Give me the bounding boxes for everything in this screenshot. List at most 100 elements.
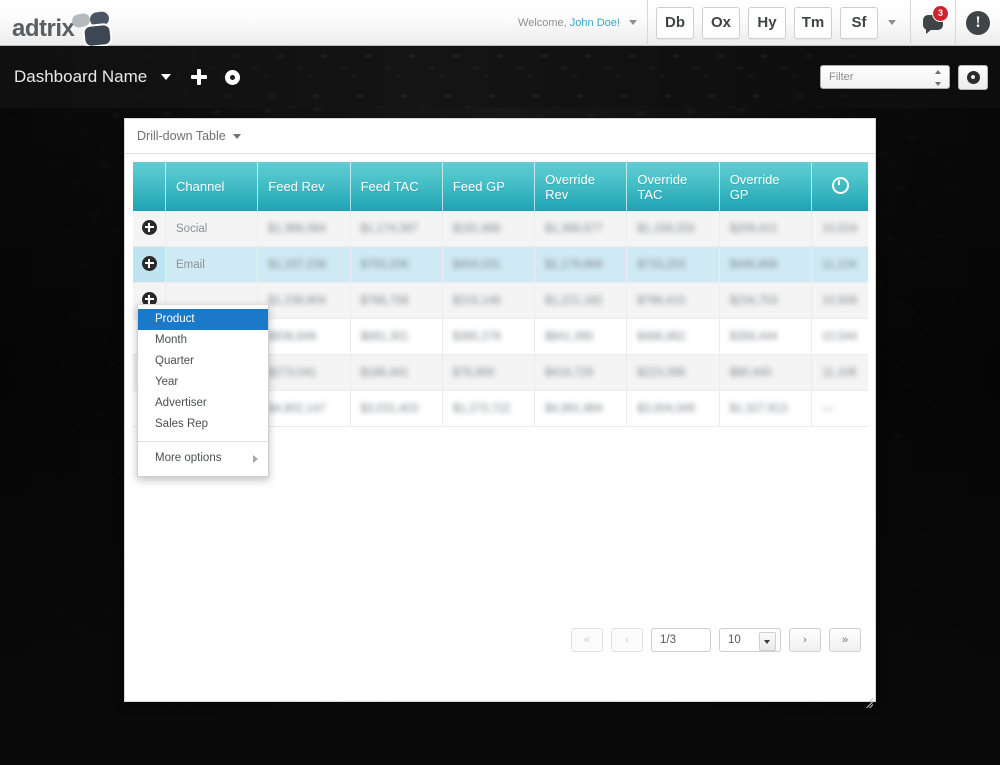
chevron-down-icon[interactable]	[232, 133, 241, 139]
cell-value: $234,753	[729, 294, 778, 307]
cell-value: $1,366,084	[268, 222, 326, 235]
cell-ovr-tac: $786,415	[626, 282, 720, 319]
app-button-sf[interactable]: Sf	[840, 6, 878, 39]
app-button-tm[interactable]: Tm	[794, 6, 832, 39]
cell-last: 10,544	[811, 318, 868, 355]
cell-channel: Social	[165, 211, 259, 247]
cell-value: $416,729	[545, 366, 594, 379]
column-header-override-tac[interactable]: Override TAC	[626, 162, 720, 211]
alerts-button[interactable]: !	[956, 0, 1000, 46]
cell-value: $766,758	[360, 294, 409, 307]
messages-button[interactable]: 3	[911, 0, 955, 46]
cell-value: $1,238,904	[268, 294, 326, 307]
cell-ovr-tac: $3,004,049	[626, 390, 720, 427]
cell-value: $186,441	[360, 366, 409, 379]
cell-value: $191,686	[452, 222, 501, 235]
adtrix-logo-icon	[70, 10, 114, 48]
drilldown-table-widget: Drill-down Table Channel Feed Rev Feed T…	[124, 118, 876, 708]
widget-title[interactable]: Drill-down Table	[137, 129, 226, 143]
cell-value: $356,444	[729, 330, 778, 343]
cell-feed-gp: $404,031	[442, 246, 536, 283]
chevron-down-icon[interactable]	[161, 74, 172, 80]
column-header-feed-tac[interactable]: Feed TAC	[350, 162, 443, 211]
plus-icon[interactable]	[191, 69, 208, 85]
filter-select[interactable]: Filter	[820, 65, 950, 89]
cell-value: $209,421	[729, 222, 778, 235]
cell-value: $273,041	[268, 366, 317, 379]
table-row[interactable]: Social $1,366,084 $1,174,397 $191,686 $1,368…	[133, 211, 868, 247]
row-expand-cell[interactable]	[133, 246, 166, 283]
clock-icon	[831, 176, 849, 194]
messages-badge: 3	[932, 4, 949, 22]
pagination-page-input[interactable]: 1/3	[651, 628, 711, 652]
cell-value: $1,327,913	[729, 402, 788, 415]
cell-ovr-gp: $356,444	[719, 318, 813, 355]
context-menu-divider	[138, 441, 268, 442]
context-menu-item-product[interactable]: Product	[138, 309, 268, 330]
brand-logo[interactable]: adtrix	[0, 0, 114, 48]
context-menu-item-month[interactable]: Month	[138, 330, 268, 351]
column-header-channel[interactable]: Channel	[165, 162, 259, 211]
cell-feed-tac: $691,301	[350, 318, 443, 355]
cell-value: $1,179,869	[545, 258, 603, 271]
application-root: adtrix Welcome, John Doe! Db Ox Hy Tm Sf	[0, 0, 1000, 765]
chevron-down-icon[interactable]	[888, 20, 896, 25]
context-menu-item-sales-rep[interactable]: Sales Rep	[138, 414, 268, 435]
dashboard-toolbar-right: Filter	[820, 46, 988, 108]
cell-feed-rev: $273,041	[257, 354, 351, 391]
cell-ovr-tac: $1,159,255	[626, 211, 720, 247]
row-expand-cell[interactable]	[133, 211, 166, 247]
user-menu[interactable]: Welcome, John Doe!	[518, 17, 647, 29]
cell-value: $486,862	[637, 330, 686, 343]
column-header-expand	[133, 162, 166, 211]
table-head: Channel Feed Rev Feed TAC Feed GP Overri…	[133, 162, 868, 211]
chevron-down-icon	[629, 20, 637, 26]
pagination-prev-button[interactable]: ‹	[611, 628, 643, 652]
cell-ovr-rev: $1,368,677	[534, 211, 628, 247]
pagination-page-size-select[interactable]: 10	[719, 628, 781, 652]
cell-value: $76,800	[452, 366, 495, 379]
context-menu-item-advertiser[interactable]: Advertiser	[138, 393, 268, 414]
resize-grip-icon[interactable]	[859, 694, 873, 708]
cell-feed-gp: $76,800	[442, 354, 536, 391]
cell-ovr-rev: $841,395	[534, 318, 628, 355]
app-button-ox[interactable]: Ox	[702, 6, 740, 39]
top-header-bar: adtrix Welcome, John Doe! Db Ox Hy Tm Sf	[0, 0, 1000, 48]
cell-ovr-gp: $209,421	[719, 211, 813, 247]
cell-last: 10,024	[811, 211, 868, 247]
plus-circle-icon[interactable]	[141, 219, 157, 235]
cell-last: 11,108	[811, 354, 868, 391]
column-header-feed-rev[interactable]: Feed Rev	[257, 162, 351, 211]
cell-feed-gp: $191,686	[442, 211, 536, 247]
context-menu-item-quarter[interactable]: Quarter	[138, 351, 268, 372]
gear-icon[interactable]	[225, 69, 241, 85]
pagination-next-button[interactable]: ›	[789, 628, 821, 652]
cell-ovr-tac: $486,862	[626, 318, 720, 355]
app-switcher-group: Db Ox Hy Tm Sf	[648, 6, 910, 39]
column-header-clock[interactable]	[811, 162, 868, 211]
user-name: John Doe!	[569, 16, 620, 29]
table-row[interactable]: Email $1,197,238 $793,206 $404,031 $1,179,86…	[133, 246, 868, 283]
cell-value: $793,206	[360, 258, 409, 271]
cell-ovr-rev: $4,891,984	[534, 390, 628, 427]
context-menu-item-more-options[interactable]: More options	[138, 448, 268, 471]
pagination-first-button[interactable]: «	[571, 628, 603, 652]
cell-value: Email	[176, 258, 205, 271]
cell-value: $1,174,397	[360, 222, 419, 235]
column-header-override-rev[interactable]: Override Rev	[534, 162, 628, 211]
table-header-row: Channel Feed Rev Feed TAC Feed GP Overri…	[133, 162, 868, 211]
app-button-hy[interactable]: Hy	[748, 6, 786, 39]
dashboard-toolbar: Dashboard Name Filter	[0, 46, 1000, 108]
exclamation-circle-icon: !	[966, 10, 990, 35]
plus-circle-icon[interactable]	[141, 255, 157, 271]
column-header-feed-gp[interactable]: Feed GP	[442, 162, 536, 211]
filter-settings-button[interactable]	[958, 64, 988, 90]
pagination-last-button[interactable]: »	[829, 628, 861, 652]
context-menu-item-year[interactable]: Year	[138, 372, 268, 393]
pagination-controls: « ‹ 1/3 10 › »	[571, 628, 861, 652]
cell-value: $841,395	[545, 330, 594, 343]
app-button-db[interactable]: Db	[656, 6, 694, 39]
cell-value: $80,440	[729, 366, 772, 379]
cell-feed-gp: $385,278	[442, 318, 536, 355]
column-header-override-gp[interactable]: Override GP	[719, 162, 813, 211]
